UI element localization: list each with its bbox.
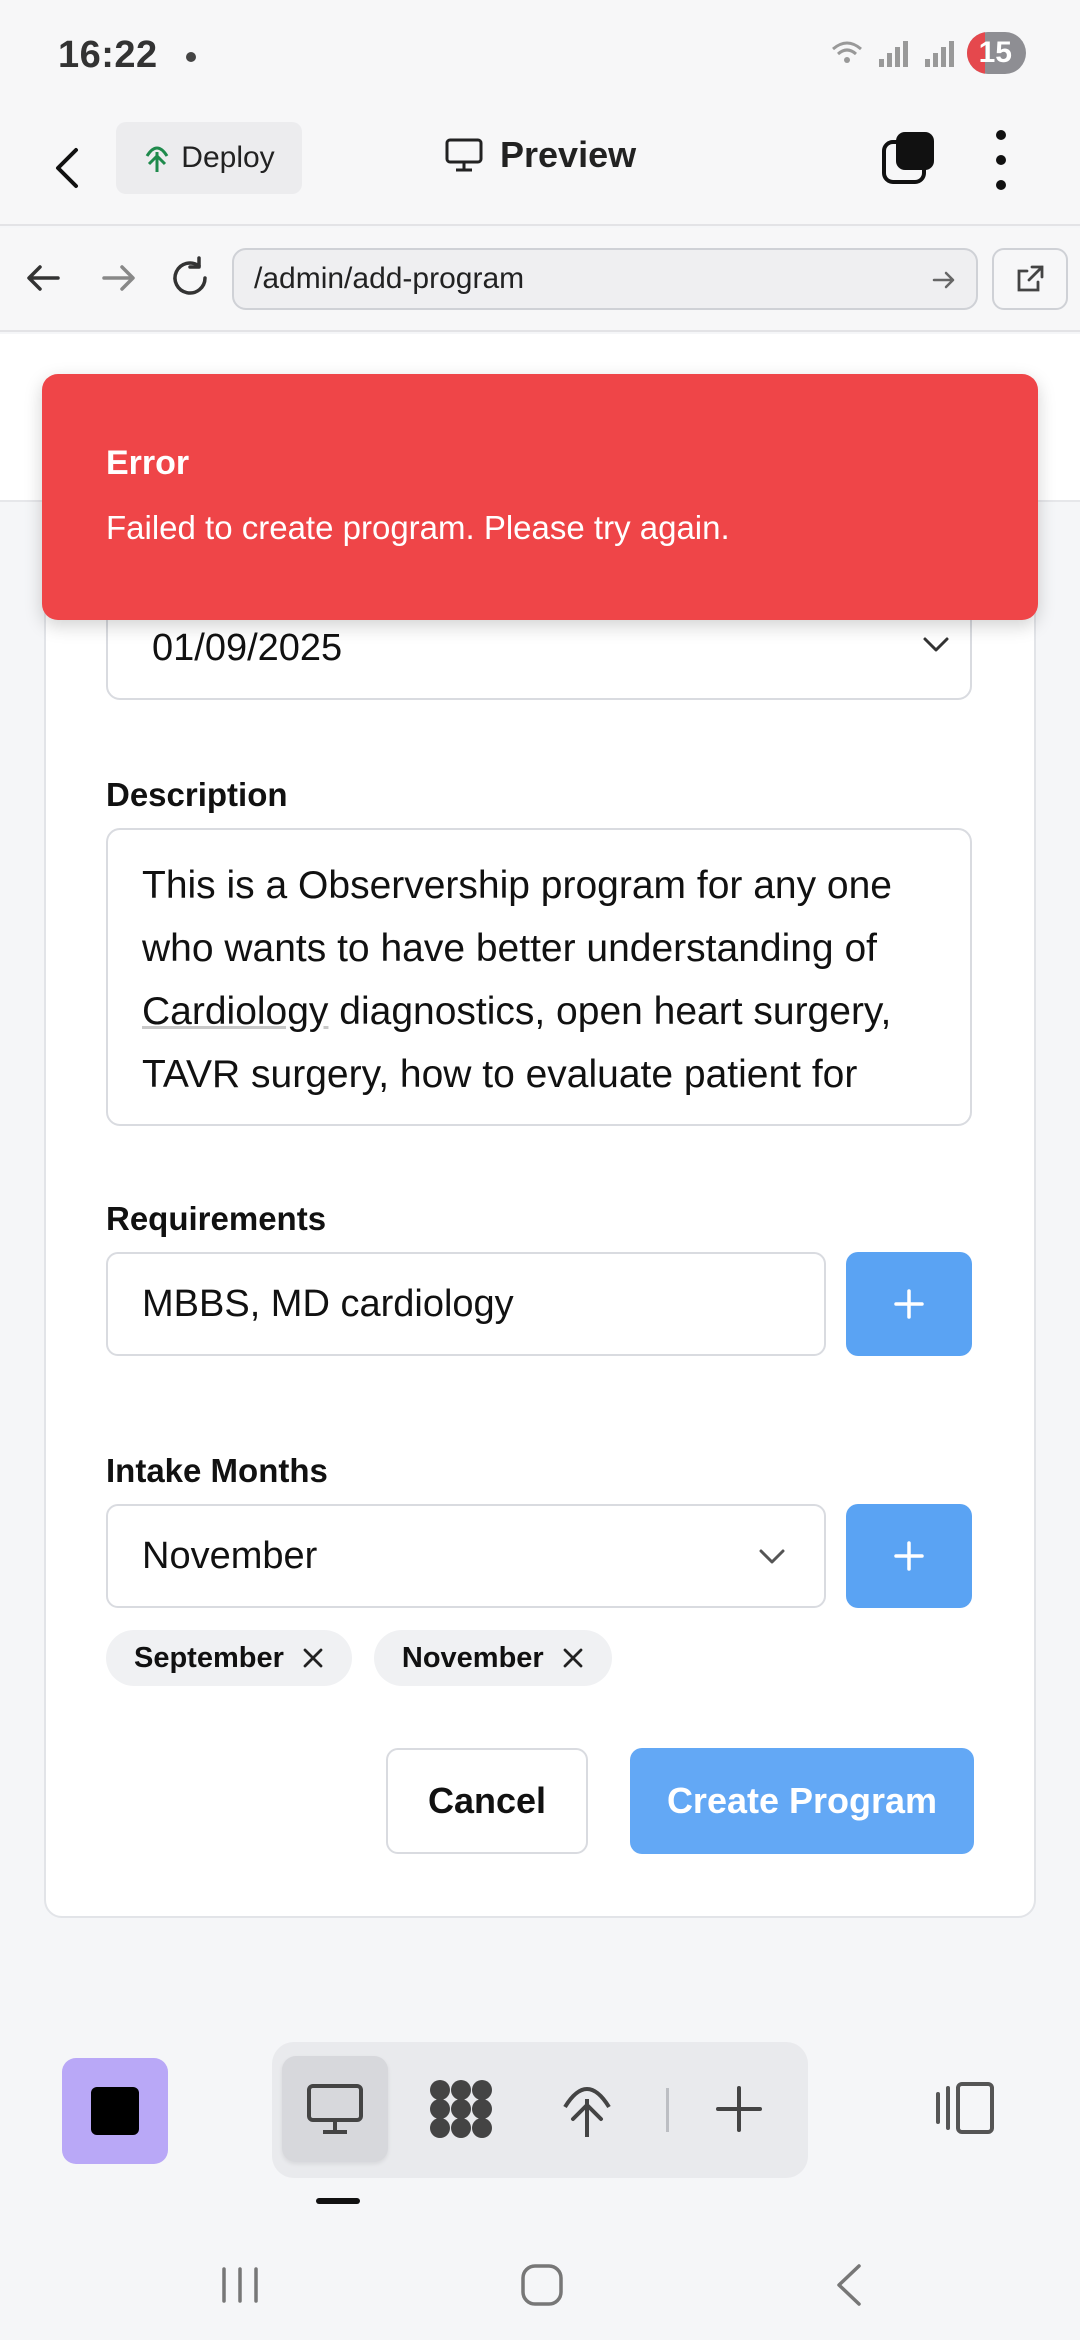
back-button[interactable]: [52, 138, 96, 198]
tool-add[interactable]: [686, 2056, 792, 2162]
chip-label: November: [401, 1641, 544, 1674]
requirements-label: Requirements: [106, 1200, 327, 1237]
system-back-button[interactable]: [818, 2258, 878, 2312]
description-text: This is a Observership program for any o…: [142, 864, 892, 970]
tool-deploy[interactable]: [534, 2056, 640, 2162]
toast-title: Error: [106, 444, 190, 482]
divider: [666, 2088, 669, 2132]
close-icon[interactable]: [562, 1647, 584, 1669]
bottom-toolbar: [0, 2034, 1080, 2340]
notification-dot: [186, 52, 196, 62]
monitor-icon: [307, 2084, 363, 2134]
browser-bar: /admin/add-program: [0, 228, 1080, 332]
chip-november: November: [373, 1630, 612, 1686]
deploy-tree-icon: [146, 146, 169, 172]
date-value: 01/09/2025: [152, 627, 343, 669]
create-program-button[interactable]: Create Program: [630, 1748, 974, 1854]
preview-title[interactable]: Preview: [444, 134, 636, 176]
description-textarea[interactable]: This is a Observership program for any o…: [106, 828, 972, 1126]
plus-icon: [716, 2086, 762, 2132]
chevron-down-icon: [759, 1549, 785, 1564]
wifi-icon: [831, 41, 862, 63]
status-icons: 15: [829, 32, 1026, 74]
open-external-button[interactable]: [992, 248, 1068, 310]
url-input[interactable]: /admin/add-program: [232, 248, 978, 310]
chip-september: September: [106, 1630, 352, 1686]
tool-apps[interactable]: [408, 2056, 514, 2162]
plus-icon: [894, 1289, 924, 1319]
external-link-icon: [1017, 265, 1044, 292]
add-intake-month-button[interactable]: [846, 1504, 972, 1608]
side-panel-icon[interactable]: [932, 2080, 996, 2136]
stop-button[interactable]: [62, 2058, 168, 2164]
chevron-left-icon: [837, 2264, 861, 2306]
deploy-tree-icon: [563, 2087, 611, 2137]
reload-icon[interactable]: [166, 254, 214, 302]
tool-group: [272, 2042, 808, 2178]
deploy-button[interactable]: Deploy: [116, 122, 302, 194]
intake-chips: September November: [106, 1630, 612, 1686]
recent-apps-icon: [222, 2267, 258, 2303]
requirements-value: MBBS, MD cardiology: [142, 1282, 514, 1325]
intake-months-label: Intake Months: [106, 1452, 328, 1489]
status-time: 16:22: [58, 34, 158, 76]
arrow-left-icon[interactable]: [20, 254, 68, 302]
signal-icon: [924, 41, 954, 67]
requirements-input[interactable]: MBBS, MD cardiology: [106, 1252, 826, 1356]
intake-selected: November: [142, 1534, 318, 1577]
toast-message: Failed to create program. Please try aga…: [106, 509, 730, 546]
recent-apps-button[interactable]: [210, 2258, 270, 2312]
home-button[interactable]: [512, 2258, 572, 2312]
url-text: /admin/add-program: [254, 262, 525, 295]
stop-square-icon: [91, 2087, 139, 2135]
add-requirement-button[interactable]: [846, 1252, 972, 1356]
battery-indicator: 15: [966, 32, 1026, 74]
signal-icon: [878, 41, 908, 67]
home-icon: [521, 2264, 563, 2306]
monitor-icon: [445, 138, 483, 172]
cancel-button[interactable]: Cancel: [386, 1748, 588, 1854]
more-menu-icon[interactable]: [984, 130, 1018, 190]
active-tool-indicator: [316, 2198, 360, 2204]
tabs-icon[interactable]: [880, 130, 936, 186]
status-bar: 16:22 15: [0, 0, 1080, 110]
description-underlined: Cardiology: [142, 990, 329, 1033]
arrow-right-icon[interactable]: [94, 254, 142, 302]
chip-label: September: [134, 1641, 284, 1674]
plus-icon: [894, 1541, 924, 1571]
apps-grid-icon: [430, 2080, 492, 2138]
description-label: Description: [106, 776, 288, 813]
go-arrow-icon[interactable]: [930, 266, 958, 294]
deploy-label: Deploy: [181, 141, 275, 174]
tool-preview[interactable]: [282, 2056, 388, 2162]
error-toast: Error Failed to create program. Please t…: [42, 374, 1038, 620]
chevron-down-icon: [923, 637, 949, 652]
app-header: Deploy Preview: [0, 110, 1080, 226]
chevron-left-icon: [56, 148, 78, 188]
preview-label: Preview: [500, 134, 637, 175]
intake-month-select[interactable]: November: [106, 1504, 826, 1608]
close-icon[interactable]: [302, 1647, 324, 1669]
